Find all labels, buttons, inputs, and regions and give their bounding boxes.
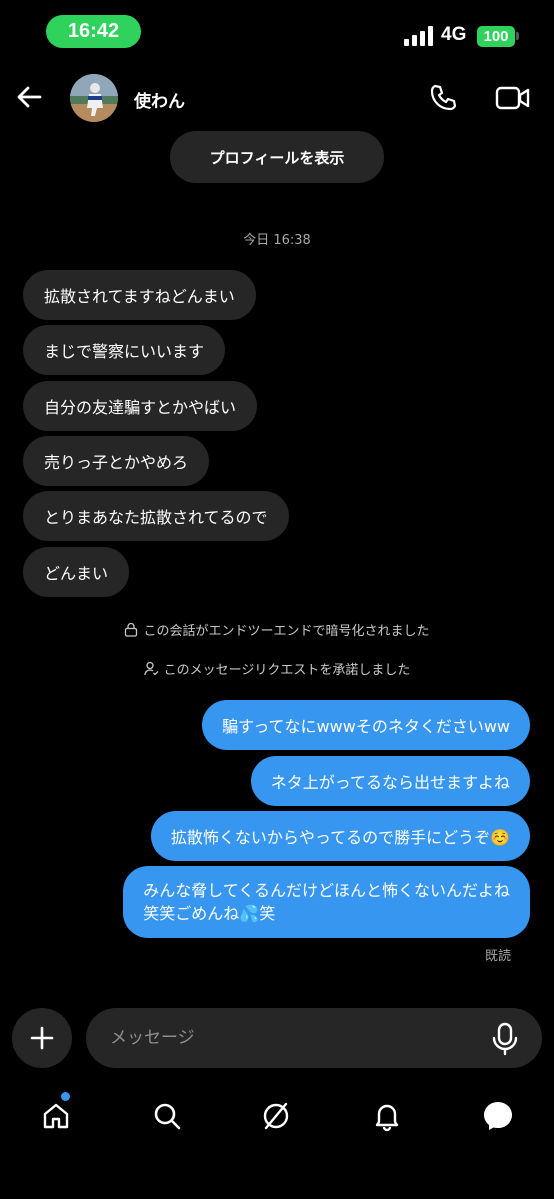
phone-icon[interactable] xyxy=(427,82,459,114)
nav-notifications[interactable] xyxy=(369,1098,405,1134)
request-notice-text: このメッセージリクエストを承諾しました xyxy=(163,663,411,678)
lock-icon xyxy=(125,622,138,637)
home-icon xyxy=(43,1103,69,1129)
view-profile-button[interactable]: プロフィールを表示 xyxy=(170,131,384,183)
outgoing-message[interactable]: 騙すってなにwwwそのネタくださいww xyxy=(202,700,530,750)
status-bar: 16:42 4G 100 xyxy=(0,0,554,60)
message-input[interactable] xyxy=(86,1008,542,1068)
microphone-icon[interactable] xyxy=(490,1022,520,1056)
battery-level: 100 xyxy=(477,26,515,47)
explore-icon xyxy=(263,1102,289,1130)
incoming-message[interactable]: まじで警察にいいます xyxy=(23,325,226,375)
plus-icon xyxy=(30,1026,54,1050)
network-type: 4G xyxy=(441,24,467,45)
user-name[interactable]: 使わん xyxy=(134,87,185,112)
encryption-notice-text: この会話がエンドツーエンドで暗号化されました xyxy=(143,624,430,639)
nav-home[interactable] xyxy=(38,1098,74,1134)
nav-explore[interactable] xyxy=(258,1098,294,1134)
battery-tip xyxy=(516,32,519,40)
person-check-icon xyxy=(143,661,159,676)
outgoing-message[interactable]: ネタ上がってるなら出せますよね xyxy=(250,756,530,806)
outgoing-message-line: みんな脅してくるんだけどほんと怖くないんだよね xyxy=(143,881,510,900)
notification-dot xyxy=(61,1092,70,1101)
chat-header: 使わん xyxy=(0,70,554,130)
encryption-notice: この会話がエンドツーエンドで暗号化されました xyxy=(0,620,554,639)
signal-icon xyxy=(404,26,433,46)
incoming-message[interactable]: どんまい xyxy=(23,547,130,597)
messenger-icon xyxy=(484,1102,512,1130)
video-camera-icon[interactable] xyxy=(495,84,531,112)
add-attachment-button[interactable] xyxy=(12,1008,72,1068)
avatar[interactable] xyxy=(70,74,118,122)
incoming-message[interactable]: 拡散されてますねどんまい xyxy=(23,270,256,320)
incoming-message[interactable]: 自分の友達騙すとかやばい xyxy=(23,381,258,431)
outgoing-message-line: 笑笑ごめんね💦笑 xyxy=(143,904,276,923)
outgoing-message-multiline[interactable]: みんな脅してくるんだけどほんと怖くないんだよね 笑笑ごめんね💦笑 xyxy=(123,866,530,938)
nav-search[interactable] xyxy=(149,1098,185,1134)
bell-icon xyxy=(375,1104,399,1132)
search-icon xyxy=(154,1103,181,1130)
message-timestamp: 今日 16:38 xyxy=(243,233,311,248)
outgoing-message[interactable]: 拡散怖くないからやってるので勝手にどうぞ☺️ xyxy=(150,811,530,861)
bottom-nav xyxy=(0,1088,554,1148)
incoming-message[interactable]: とりまあなた拡散されてるので xyxy=(23,491,289,541)
incoming-message[interactable]: 売りっ子とかやめろ xyxy=(23,436,210,486)
nav-messages[interactable] xyxy=(480,1098,516,1134)
read-receipt: 既読 xyxy=(484,949,511,964)
back-arrow-icon[interactable] xyxy=(14,82,44,112)
status-time: 16:42 xyxy=(46,15,141,48)
request-notice: このメッセージリクエストを承諾しました xyxy=(0,659,554,678)
